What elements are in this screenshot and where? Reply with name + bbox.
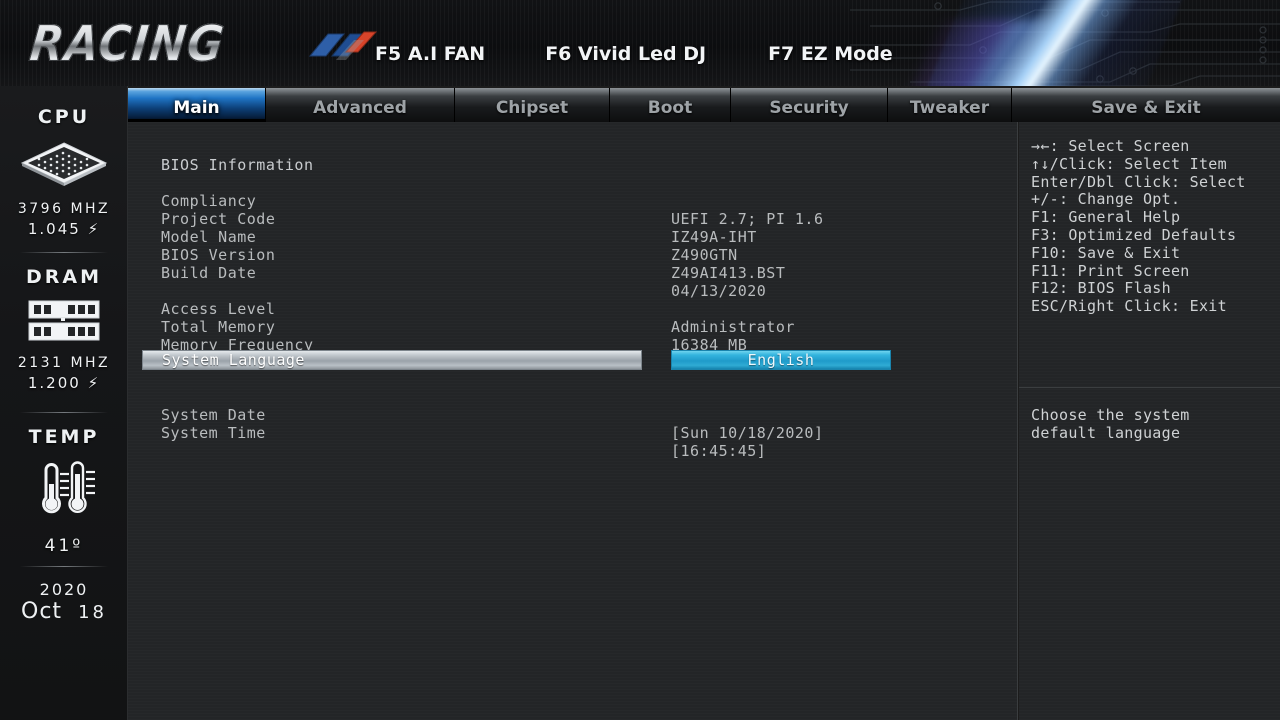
system-language-label-highlight[interactable]: System Language — [142, 350, 642, 370]
help-line-select-screen: →←: Select Screen — [1031, 137, 1190, 155]
f5-ai-fan-link[interactable]: F5 A.I FAN — [375, 43, 485, 65]
cpu-frequency-value: 3796 MHZ — [17, 201, 111, 217]
help-panel-divider — [1019, 387, 1280, 388]
thermometer-icon — [0, 460, 128, 522]
racing-logo-flag-icon — [308, 31, 378, 60]
help-line-enter-select: Enter/Dbl Click: Select — [1031, 172, 1246, 191]
help-line-select-item: ↑↓/Click: Select Item — [1031, 154, 1227, 173]
row-build-date[interactable]: Build Date 04/13/2020 — [128, 246, 1018, 300]
sidebar-divider-2 — [20, 412, 108, 413]
row-total-memory[interactable]: Total Memory 16384 MB — [128, 300, 1018, 354]
temp-section-title: TEMP — [28, 426, 100, 448]
tab-boot[interactable]: Boot — [610, 88, 731, 122]
clock-year: 2020 — [39, 580, 89, 599]
dram-section-title: DRAM — [25, 266, 102, 288]
tab-save-and-exit[interactable]: Save & Exit — [1012, 88, 1280, 122]
row-system-date[interactable]: System Date [Sun 10/18/2020] — [128, 388, 1018, 442]
dram-voltage-value: 1.200 ⚡ — [27, 374, 101, 392]
dram-frequency-value: 2131 MHZ — [17, 355, 111, 371]
f6-vivid-led-dj-link[interactable]: F6 Vivid Led DJ — [545, 43, 706, 65]
clock-month-day: Oct 18 — [0, 599, 128, 624]
sidebar-temp-block: TEMP 41º — [0, 426, 128, 556]
tab-chipset[interactable]: Chipset — [455, 88, 610, 122]
bios-screen: RACING F5 A.I FAN F6 Vivid Led DJ F7 EZ … — [0, 0, 1280, 720]
system-language-value-dropdown[interactable]: English — [671, 350, 891, 370]
row-compliancy[interactable]: Compliancy UEFI 2.7; PI 1.6 — [128, 174, 1018, 228]
help-panel: →←: Select Screen ↑↓/Click: Select Item … — [1019, 122, 1280, 720]
cpu-voltage-value: 1.045 ⚡ — [27, 220, 101, 238]
row-model-name[interactable]: Model Name Z490GTN — [128, 210, 1018, 264]
f7-ez-mode-link[interactable]: F7 EZ Mode — [768, 43, 893, 65]
help-line-f3-optimized-defaults: F3: Optimized Defaults — [1031, 225, 1237, 244]
row-bios-version[interactable]: BIOS Version Z49AI413.BST — [128, 228, 1018, 282]
help-line-f1-general-help: F1: General Help — [1031, 208, 1181, 227]
tab-advanced[interactable]: Advanced — [266, 88, 455, 122]
help-line-f10-save-exit: F10: Save & Exit — [1031, 243, 1181, 262]
clock-day: 18 — [78, 602, 107, 623]
sidebar-divider-1 — [20, 252, 108, 253]
bios-information-heading: BIOS Information — [161, 156, 314, 174]
tab-main[interactable]: Main — [128, 88, 266, 122]
clock-month: Oct — [21, 599, 63, 624]
main-content-panel: BIOS Information Compliancy UEFI 2.7; PI… — [128, 122, 1018, 720]
hardware-monitor-sidebar: CPU 3796 MHZ 1.045 ⚡ DRAM 2131 MHZ 1.200… — [0, 86, 128, 720]
cpu-section-title: CPU — [37, 106, 91, 128]
help-description-text: Choose the system default language — [1031, 406, 1190, 442]
help-line-change-opt: +/-: Change Opt. — [1031, 190, 1181, 209]
tab-bar: Main Advanced Chipset Boot Security Twea… — [128, 88, 1280, 122]
row-project-code[interactable]: Project Code IZ49A-IHT — [128, 192, 1018, 246]
tab-security[interactable]: Security — [731, 88, 888, 122]
row-system-time[interactable]: System Time [16:45:45] — [128, 406, 1018, 460]
sidebar-divider-3 — [20, 566, 108, 567]
help-key-list: →←: Select Screen ↑↓/Click: Select Item … — [1031, 137, 1280, 316]
sidebar-date-block: 2020 Oct 18 — [0, 580, 128, 624]
help-line-f12-bios-flash: F12: BIOS Flash — [1031, 279, 1171, 298]
cpu-chip-icon — [0, 139, 128, 189]
racing-logo: RACING — [27, 15, 378, 74]
temp-value: 41º — [44, 536, 84, 556]
row-system-language[interactable]: System Language English — [128, 350, 1018, 370]
help-line-f11-print-screen: F11: Print Screen — [1031, 261, 1190, 280]
dram-module-icon — [0, 299, 128, 343]
sidebar-cpu-block: CPU 3796 MHZ 1.045 ⚡ — [0, 106, 128, 238]
tab-tweaker[interactable]: Tweaker — [888, 88, 1012, 122]
header-function-links: F5 A.I FAN F6 Vivid Led DJ F7 EZ Mode — [375, 40, 893, 68]
row-access-level[interactable]: Access Level Administrator — [128, 282, 1018, 336]
row-memory-frequency[interactable]: Memory Frequency 2133 MHz (DDR4) — [128, 318, 1018, 372]
sidebar-dram-block: DRAM 2131 MHZ 1.200 ⚡ — [0, 266, 128, 392]
help-line-esc-exit: ESC/Right Click: Exit — [1031, 297, 1227, 316]
header-bar: RACING F5 A.I FAN F6 Vivid Led DJ F7 EZ … — [0, 0, 1280, 86]
